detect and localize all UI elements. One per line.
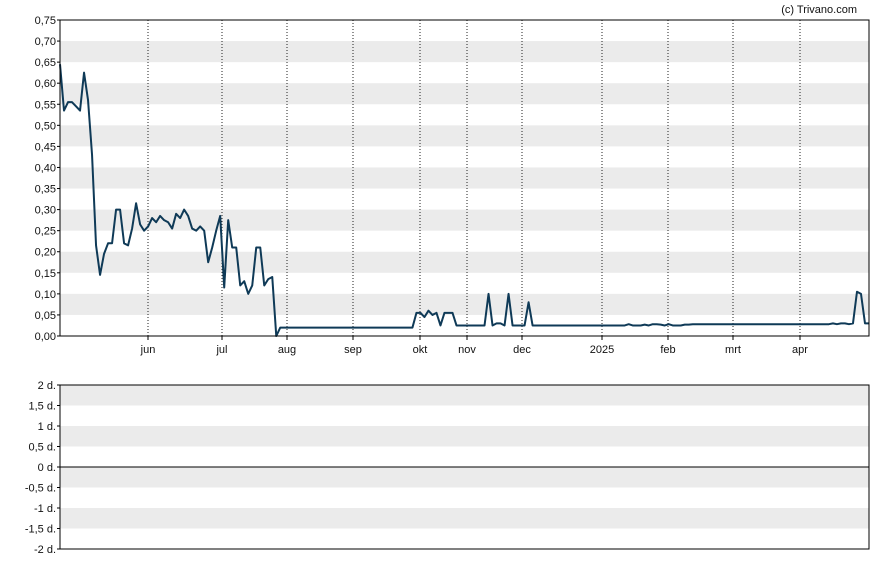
volume-y-tick-label: -2 d. bbox=[34, 544, 56, 556]
price-band bbox=[60, 209, 869, 231]
price-y-tick-label: 0,40 bbox=[35, 162, 56, 174]
price-y-tick-label: 0,55 bbox=[35, 99, 56, 111]
volume-y-tick-label: 0,5 d. bbox=[28, 442, 56, 454]
volume-y-tick-label: 2 d. bbox=[38, 380, 56, 392]
price-band bbox=[60, 251, 869, 273]
price-band bbox=[60, 293, 869, 315]
price-x-tick-label: nov bbox=[458, 344, 476, 356]
price-band bbox=[60, 41, 869, 63]
price-x-tick-label: 2025 bbox=[590, 344, 614, 356]
price-y-tick-label: 0,20 bbox=[35, 247, 56, 259]
price-y-tick-label: 0,05 bbox=[35, 310, 56, 322]
price-y-tick-label: 0,00 bbox=[35, 331, 56, 343]
price-x-tick-label: aug bbox=[278, 344, 296, 356]
volume-band bbox=[60, 426, 869, 447]
volume-band bbox=[60, 467, 869, 488]
price-y-tick-label: 0,15 bbox=[35, 268, 56, 280]
volume-y-tick-label: 1 d. bbox=[38, 421, 56, 433]
price-x-tick-label: dec bbox=[513, 344, 531, 356]
price-y-tick-label: 0,10 bbox=[35, 289, 56, 301]
price-x-tick-label: feb bbox=[660, 344, 675, 356]
price-x-tick-label: sep bbox=[344, 344, 362, 356]
volume-y-tick-label: 1,5 d. bbox=[28, 401, 56, 413]
price-y-tick-label: 0,70 bbox=[35, 36, 56, 48]
price-y-tick-label: 0,75 bbox=[35, 15, 56, 27]
price-y-tick-label: 0,35 bbox=[35, 184, 56, 196]
price-y-tick-label: 0,50 bbox=[35, 120, 56, 132]
price-x-tick-label: apr bbox=[792, 344, 808, 356]
volume-y-tick-label: 0 d. bbox=[38, 462, 56, 474]
price-y-tick-label: 0,45 bbox=[35, 141, 56, 153]
volume-y-tick-label: -1 d. bbox=[34, 503, 56, 515]
price-y-tick-label: 0,60 bbox=[35, 78, 56, 90]
volume-panel: 2 d. 1,5 d. 1 d. 0,5 d. 0 d. -0,5 d. -1 d. -1,5… bbox=[25, 380, 870, 556]
price-x-tick-label: mrt bbox=[725, 344, 741, 356]
price-y-tick-label: 0,30 bbox=[35, 205, 56, 217]
price-band bbox=[60, 167, 869, 189]
price-x-tick-label: jul bbox=[215, 344, 227, 356]
price-x-tick-label: jun bbox=[140, 344, 156, 356]
volume-y-tick-label: -1,5 d. bbox=[25, 524, 56, 536]
price-y-tick-label: 0,25 bbox=[35, 226, 56, 238]
stock-chart: (c) Trivano.com 0,00 0,05 0,10 0,15 0,20 0,25… bbox=[25, 4, 870, 556]
price-y-tick-label: 0,65 bbox=[35, 57, 56, 69]
price-band bbox=[60, 83, 869, 105]
volume-band bbox=[60, 385, 869, 406]
credit-label: (c) Trivano.com bbox=[781, 4, 857, 16]
volume-y-tick-label: -0,5 d. bbox=[25, 483, 56, 495]
price-panel: 0,00 0,05 0,10 0,15 0,20 0,25 0,30 0,35 0,40 0,45… bbox=[35, 15, 870, 356]
volume-band bbox=[60, 508, 869, 529]
price-x-tick-label: okt bbox=[413, 344, 428, 356]
price-band bbox=[60, 125, 869, 147]
